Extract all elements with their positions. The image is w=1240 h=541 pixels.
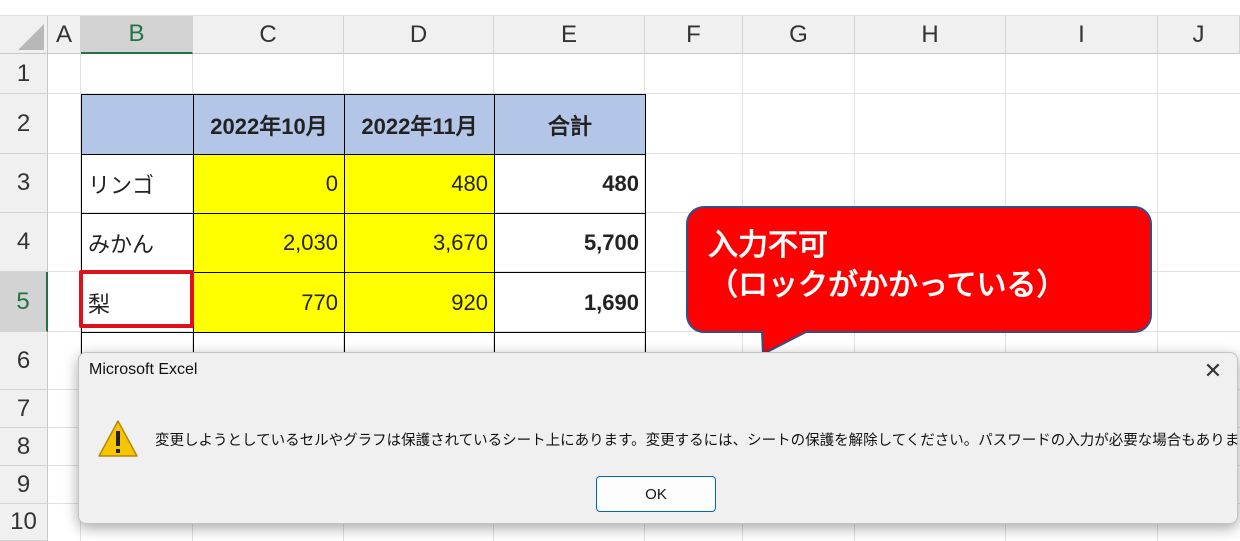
cell-d4[interactable]: 3,670 xyxy=(344,213,495,273)
close-icon[interactable]: ✕ xyxy=(1199,357,1227,385)
column-header-h[interactable]: H xyxy=(855,16,1006,54)
row-header-9[interactable]: 9 xyxy=(0,466,48,504)
cell-c4[interactable]: 2,030 xyxy=(193,213,345,273)
ok-button[interactable]: OK xyxy=(596,476,716,512)
column-header-g[interactable]: G xyxy=(743,16,855,54)
column-header-d[interactable]: D xyxy=(344,16,494,54)
dialog-message: 変更しようとしているセルやグラフは保護されているシート上にあります。変更するには… xyxy=(155,433,1240,449)
row-header-6[interactable]: 6 xyxy=(0,332,48,390)
callout-bubble: 入力不可 （ロックがかかっている） xyxy=(686,206,1152,333)
column-header-e[interactable]: E xyxy=(494,16,645,54)
cell-d2[interactable]: 2022年11月 xyxy=(344,94,495,155)
cell-b2[interactable] xyxy=(81,94,194,155)
row-header-8[interactable]: 8 xyxy=(0,428,48,466)
column-header-f[interactable]: F xyxy=(645,16,743,54)
column-header-i[interactable]: I xyxy=(1006,16,1158,54)
cell-e4[interactable]: 5,700 xyxy=(494,213,646,273)
cell-e5[interactable]: 1,690 xyxy=(494,272,646,333)
active-cell-selection xyxy=(79,270,194,328)
table-row-6-partial xyxy=(81,332,646,354)
select-all-corner[interactable] xyxy=(0,16,48,54)
cell-e3[interactable]: 480 xyxy=(494,154,646,214)
column-header-b[interactable]: B xyxy=(81,16,193,54)
column-header-j[interactable]: J xyxy=(1158,16,1240,54)
row-header-2[interactable]: 2 xyxy=(0,94,48,154)
cell-c3[interactable]: 0 xyxy=(193,154,345,214)
row-header-4[interactable]: 4 xyxy=(0,213,48,272)
cell-d5[interactable]: 920 xyxy=(344,272,495,333)
warning-icon xyxy=(98,420,138,457)
column-header-c[interactable]: C xyxy=(193,16,344,54)
row-header-1[interactable]: 1 xyxy=(0,54,48,94)
row-header-5[interactable]: 5 xyxy=(0,272,48,332)
cell-b4[interactable]: みかん xyxy=(81,213,194,273)
callout-line-2: （ロックがかかっている） xyxy=(708,269,1067,302)
row6-divider-1 xyxy=(193,332,194,354)
row-header-7[interactable]: 7 xyxy=(0,390,48,428)
row6-divider-2 xyxy=(344,332,345,354)
callout-line-1: 入力不可 xyxy=(708,229,828,262)
row-header-3[interactable]: 3 xyxy=(0,154,48,213)
cell-d3[interactable]: 480 xyxy=(344,154,495,214)
ribbon-edge xyxy=(0,0,1240,16)
cell-e2[interactable]: 合計 xyxy=(494,94,646,155)
row-header-10[interactable]: 10 xyxy=(0,504,48,541)
cell-c2[interactable]: 2022年10月 xyxy=(193,94,345,155)
cell-c5[interactable]: 770 xyxy=(193,272,345,333)
corner-triangle-icon xyxy=(18,24,44,50)
alert-dialog: Microsoft Excel ✕ 変更しようとしているセルやグラフは保護されて… xyxy=(78,352,1240,524)
column-header-a[interactable]: A xyxy=(48,16,81,54)
row6-divider-3 xyxy=(494,332,495,354)
cell-b3[interactable]: リンゴ xyxy=(81,154,194,214)
dialog-title: Microsoft Excel xyxy=(89,361,198,378)
